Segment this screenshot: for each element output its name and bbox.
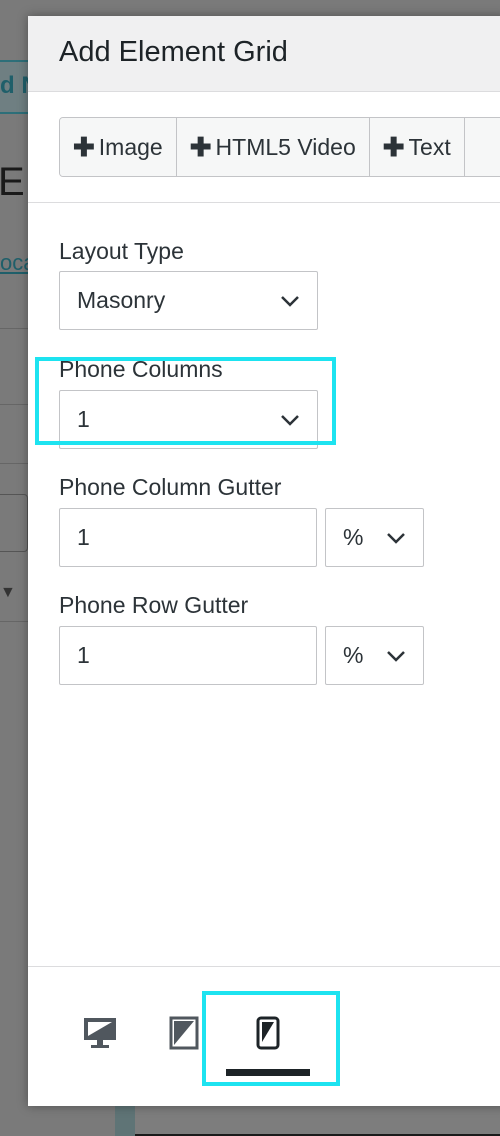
add-image-label: Image xyxy=(98,133,163,160)
phone-row-gutter-unit-select[interactable]: % xyxy=(325,626,424,685)
add-element-grid-modal: Add Element Grid ✚ Image ✚ HTML5 Video ✚… xyxy=(28,16,500,1106)
phone-column-gutter-value: 1 xyxy=(77,524,90,550)
phone-view-button[interactable] xyxy=(246,1011,290,1055)
phone-column-gutter-unit-select[interactable]: % xyxy=(325,508,424,567)
add-image-button[interactable]: ✚ Image xyxy=(60,118,177,176)
add-element-toolbar: ✚ Image ✚ HTML5 Video ✚ Text xyxy=(59,117,500,177)
phone-column-gutter-input[interactable]: 1 xyxy=(59,508,317,567)
phone-icon xyxy=(256,1016,280,1050)
phone-columns-select[interactable]: 1 xyxy=(59,390,318,449)
layout-type-select[interactable]: Masonry xyxy=(59,271,318,330)
layout-type-label: Layout Type xyxy=(59,238,184,264)
phone-row-gutter-value: 1 xyxy=(77,642,90,668)
modal-header: Add Element Grid xyxy=(28,16,500,92)
phone-row-gutter-unit: % xyxy=(343,642,364,668)
phone-columns-value: 1 xyxy=(77,406,90,432)
plus-icon: ✚ xyxy=(382,131,405,162)
chevron-down-icon xyxy=(387,533,405,544)
tablet-icon xyxy=(169,1016,199,1050)
phone-row-gutter-label: Phone Row Gutter xyxy=(59,592,249,618)
footer-divider xyxy=(28,966,500,967)
add-html5-video-label: HTML5 Video xyxy=(215,133,356,160)
background-heading: E xyxy=(0,160,25,204)
tablet-view-button[interactable] xyxy=(162,1011,206,1055)
background-field xyxy=(0,494,28,552)
phone-column-gutter-label: Phone Column Gutter xyxy=(59,474,282,500)
chevron-down-icon xyxy=(281,415,299,426)
desktop-view-button[interactable] xyxy=(78,1011,122,1055)
plus-icon: ✚ xyxy=(73,131,95,162)
toolbar-divider xyxy=(28,202,500,203)
active-device-indicator xyxy=(226,1069,310,1076)
plus-icon: ✚ xyxy=(189,131,212,162)
background-footer-inner xyxy=(135,1106,500,1136)
chevron-down-icon xyxy=(387,651,405,662)
add-text-label: Text xyxy=(408,133,451,160)
modal-title: Add Element Grid xyxy=(59,36,288,68)
phone-columns-label: Phone Columns xyxy=(59,356,223,382)
add-html5-video-button[interactable]: ✚ HTML5 Video xyxy=(176,118,370,176)
layout-type-value: Masonry xyxy=(77,287,166,313)
phone-row-gutter-input[interactable]: 1 xyxy=(59,626,317,685)
chevron-down-icon xyxy=(281,296,299,307)
desktop-icon xyxy=(84,1018,116,1048)
phone-column-gutter-unit: % xyxy=(343,524,364,550)
background-caret-icon: ▼ xyxy=(0,584,16,601)
add-text-button[interactable]: ✚ Text xyxy=(369,118,465,176)
